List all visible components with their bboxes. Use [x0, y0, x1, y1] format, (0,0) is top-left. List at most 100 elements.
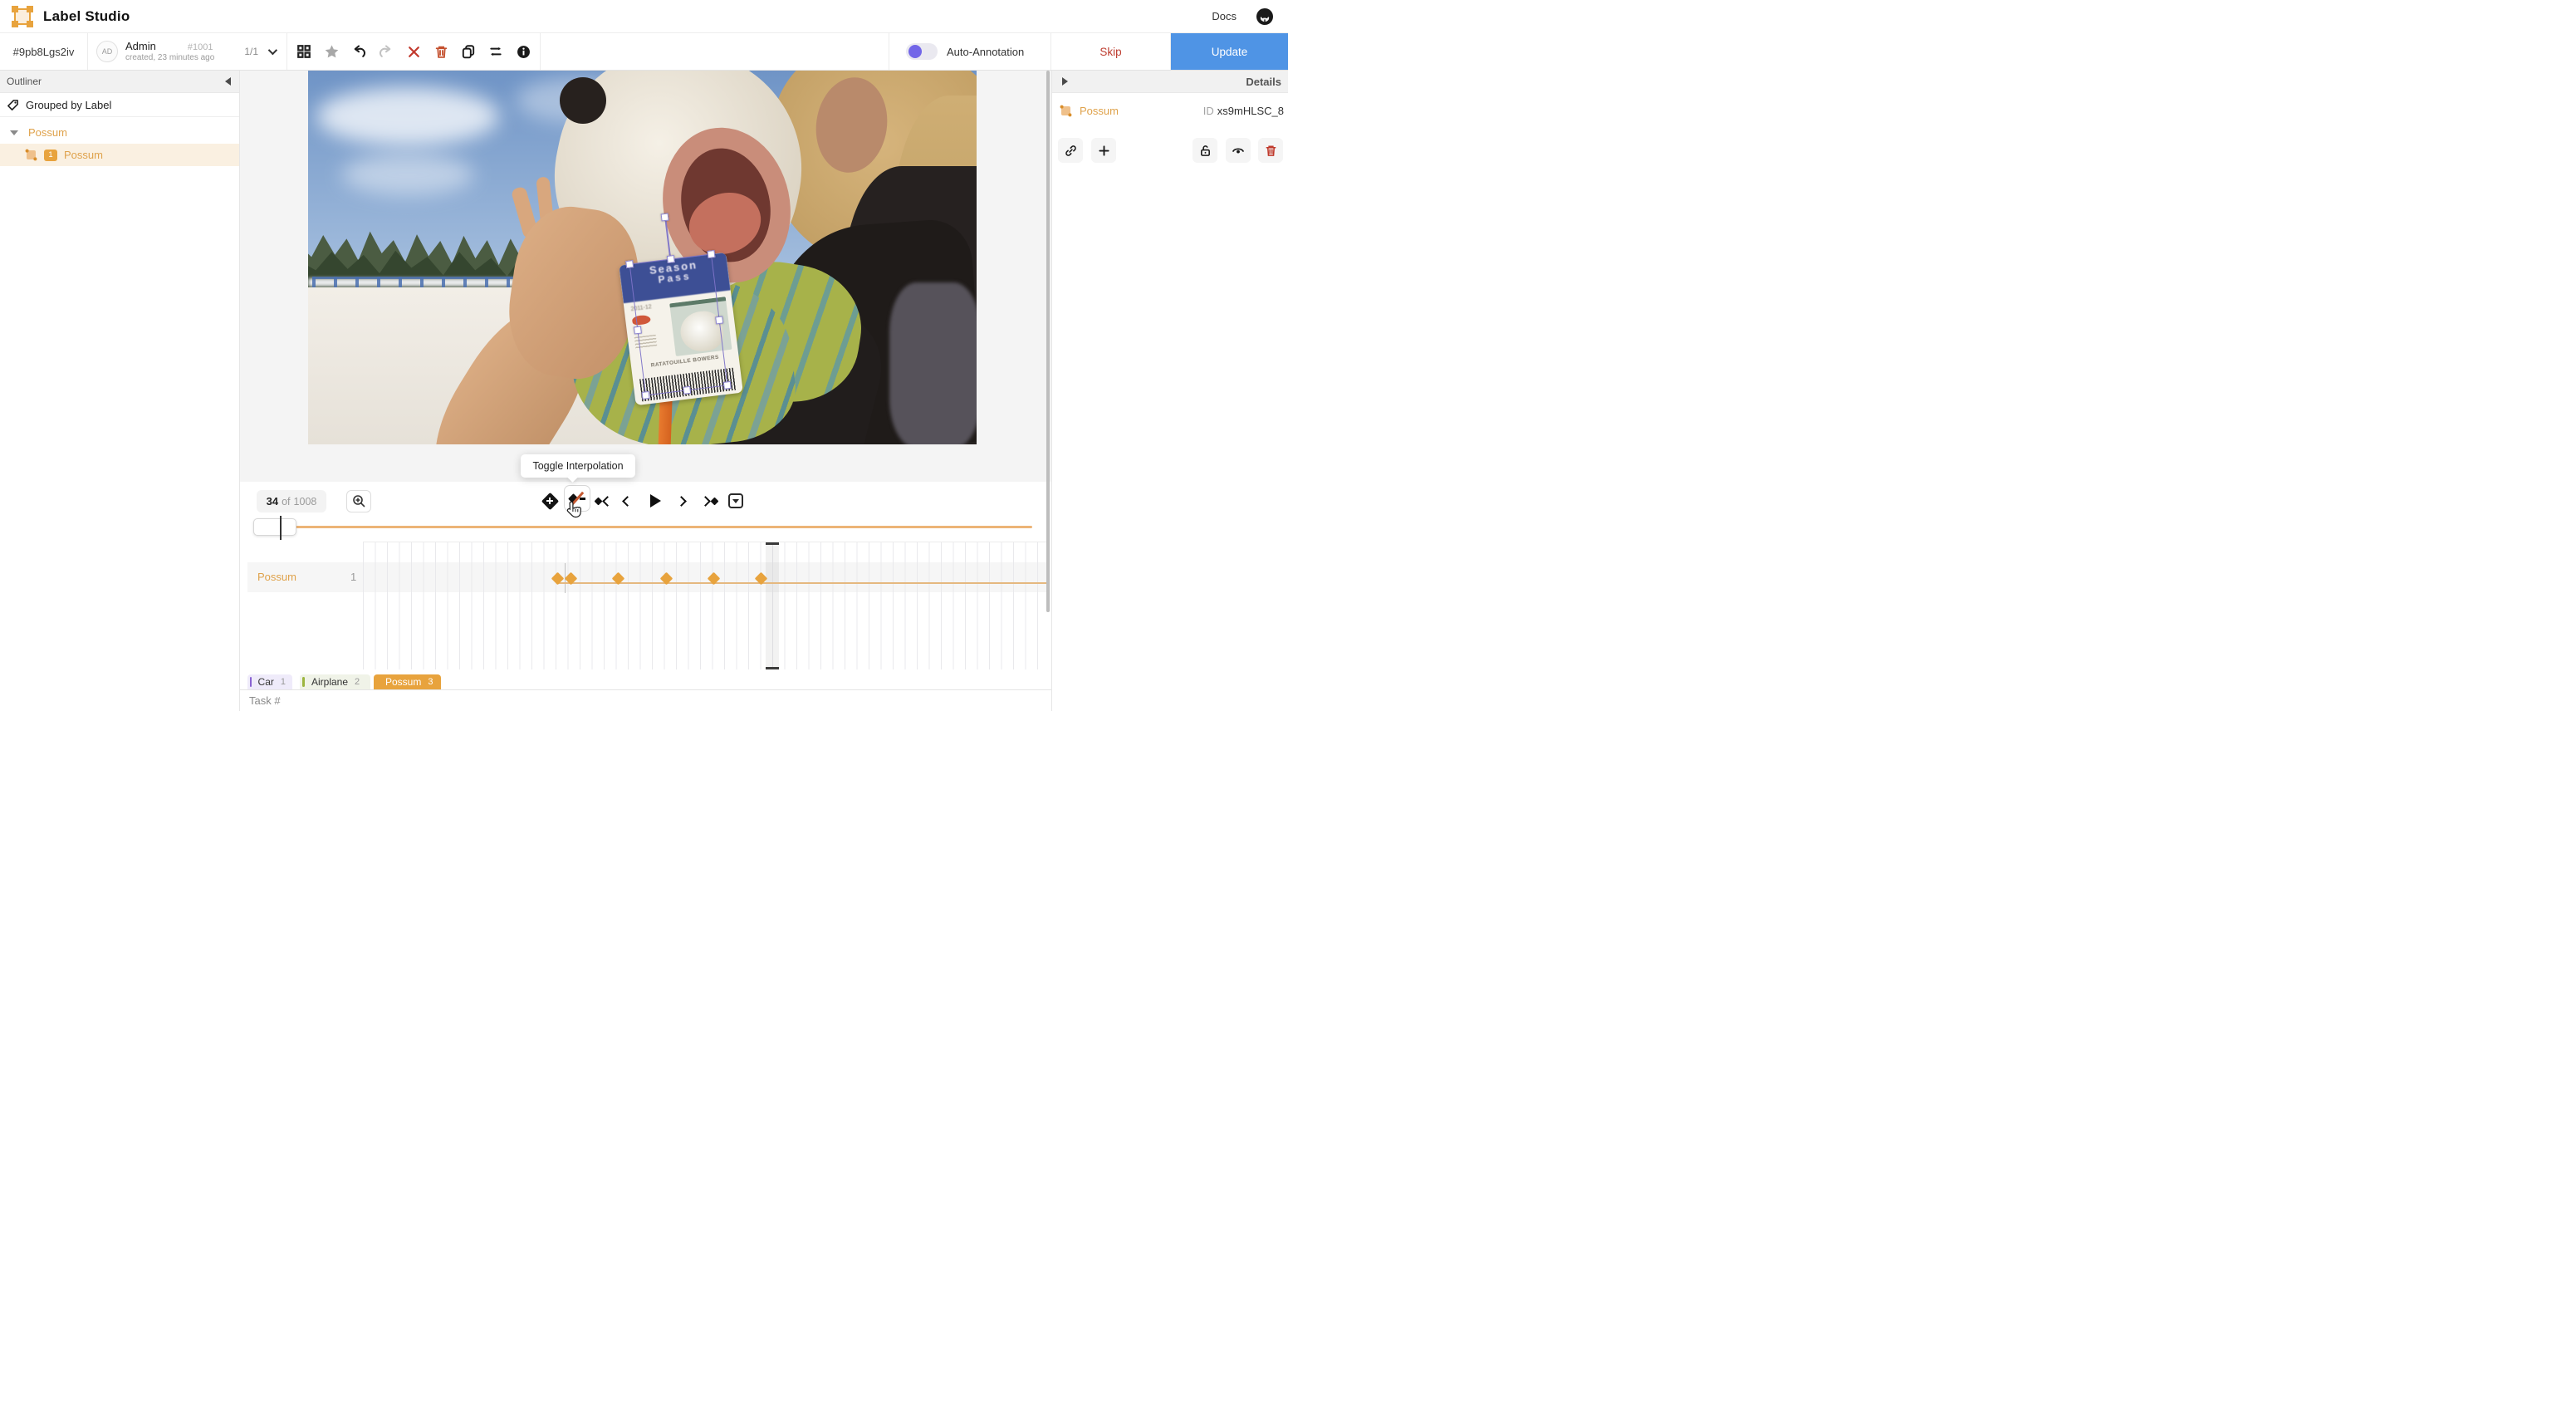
interpolation-line	[558, 582, 1049, 585]
grouping-label: Grouped by Label	[26, 99, 111, 111]
scene-possum-ear	[560, 77, 606, 124]
task-number-label: Task #	[249, 694, 281, 707]
divider	[240, 689, 1051, 690]
expand-down-icon[interactable]	[10, 130, 18, 135]
toolbar-icons-section	[287, 33, 541, 70]
chip-hotkey: 2	[355, 677, 360, 687]
toggle-interpolation-button[interactable]	[564, 485, 590, 512]
selected-region-row[interactable]: Possum IDxs9mHLSC_8	[1052, 103, 1288, 118]
undo-button[interactable]	[350, 43, 367, 60]
add-keyframe-button[interactable]	[539, 491, 561, 511]
grouping-selector[interactable]: Grouped by Label	[0, 93, 239, 117]
frame-counter-input[interactable]: 34 of 1008	[257, 490, 326, 512]
reject-x-button[interactable]	[405, 43, 422, 60]
next-keyframe-button[interactable]	[702, 491, 717, 511]
label-chip-airplane[interactable]: Airplane 2	[300, 674, 370, 689]
chip-color-bar	[376, 677, 379, 687]
details-panel: Details Possum IDxs9mHLSC_8	[1051, 71, 1288, 711]
frame-of-label: of	[282, 496, 290, 508]
scene-cloud	[316, 87, 499, 145]
chip-label: Car	[258, 676, 274, 688]
link-region-button[interactable]	[1058, 138, 1083, 163]
label-chips-row: Car 1 Airplane 2 Possum3	[240, 674, 1051, 689]
star-button[interactable]	[323, 43, 340, 60]
trash-icon	[1265, 145, 1277, 157]
duplicate-button[interactable]	[460, 43, 477, 60]
settings-sliders-button[interactable]	[487, 43, 504, 60]
update-button[interactable]: Update	[1171, 33, 1288, 70]
region-name: Possum	[64, 149, 103, 161]
chip-hotkey: 1	[281, 677, 286, 687]
link-icon	[1065, 145, 1077, 157]
chevron-left-icon	[602, 496, 613, 507]
collapse-left-icon[interactable]	[225, 77, 231, 86]
video-canvas[interactable]: Season Pass 2011-12 RATATOUILLE BOWERS	[308, 71, 977, 444]
current-frame: 34	[267, 495, 278, 508]
seekbar-window-handle[interactable]	[253, 518, 296, 536]
scrollbar[interactable]	[1046, 71, 1050, 612]
keyframe-add-icon	[544, 495, 556, 508]
collapse-right-icon[interactable]	[1062, 77, 1068, 86]
previous-frame-button[interactable]	[624, 491, 631, 511]
label-chip-possum[interactable]: Possum3	[374, 674, 441, 689]
resize-handle-s[interactable]	[683, 386, 691, 395]
timeline-grid[interactable]	[363, 542, 1049, 669]
lock-region-button[interactable]	[1193, 138, 1217, 163]
avatar: AD	[96, 41, 118, 62]
rotation-handle[interactable]	[661, 213, 669, 222]
resize-handle-se[interactable]	[723, 381, 732, 390]
resize-handle-e[interactable]	[715, 316, 723, 324]
hide-region-button[interactable]	[1226, 138, 1251, 163]
tooltip: Toggle Interpolation	[521, 454, 635, 478]
eye-icon	[1232, 144, 1245, 157]
seekbar-playhead[interactable]	[280, 516, 282, 540]
previous-keyframe-button[interactable]	[595, 491, 611, 511]
resize-handle-w[interactable]	[634, 326, 642, 334]
tag-icon	[7, 99, 19, 111]
total-frames: 1008	[294, 496, 317, 508]
interpolation-icon	[569, 492, 585, 505]
annotation-bounding-box[interactable]	[629, 254, 728, 396]
video-stage: Season Pass 2011-12 RATATOUILLE BOWERS	[240, 71, 1051, 482]
info-button[interactable]	[515, 43, 531, 60]
views-grid-button[interactable]	[296, 43, 312, 60]
auto-annotation-toggle[interactable]	[906, 43, 938, 60]
label-chip-car[interactable]: Car 1	[247, 674, 292, 689]
scene-cloud	[341, 154, 474, 195]
outliner-header: Outliner	[0, 71, 239, 93]
add-relation-button[interactable]	[1091, 138, 1116, 163]
details-header: Details	[1052, 71, 1288, 93]
resize-handle-ne[interactable]	[707, 250, 715, 258]
delete-region-button[interactable]	[1258, 138, 1283, 163]
collapse-timeline-button[interactable]	[728, 491, 743, 511]
outliner-panel: Outliner Grouped by Label Possum 1 Possu…	[0, 71, 240, 711]
track-label: Possum	[257, 571, 296, 583]
redo-button[interactable]	[378, 43, 394, 60]
resize-handle-nw[interactable]	[625, 260, 634, 268]
label-studio-app: Label Studio Docs #9pb8Lgs2iv AD Admin#1…	[0, 0, 1288, 711]
delete-trash-button[interactable]	[433, 43, 449, 60]
region-bbox-icon	[25, 149, 37, 161]
next-frame-button[interactable]	[678, 491, 685, 511]
seekbar-line[interactable]	[266, 526, 1032, 528]
github-icon[interactable]	[1255, 7, 1275, 27]
chip-color-bar	[302, 677, 305, 687]
resize-handle-sw[interactable]	[642, 391, 650, 400]
play-button[interactable]	[650, 491, 661, 511]
chip-label: Airplane	[311, 676, 348, 688]
skip-button[interactable]: Skip	[1051, 33, 1171, 70]
group-name: Possum	[28, 126, 67, 139]
region-row-possum[interactable]: 1 Possum	[0, 144, 239, 166]
chevron-down-icon[interactable]	[268, 46, 277, 55]
resize-handle-n[interactable]	[666, 255, 674, 263]
magnifier-plus-icon	[352, 494, 366, 508]
group-row-possum[interactable]: Possum	[0, 121, 239, 144]
chevron-right-icon	[700, 496, 711, 507]
annotation-info-section: AD Admin#1001 created, 23 minutes ago 1/…	[88, 33, 287, 70]
column-top-tick	[766, 542, 780, 545]
plus-icon	[1098, 145, 1110, 157]
task-id: #9pb8Lgs2iv	[0, 33, 88, 70]
zoom-in-button[interactable]	[346, 490, 371, 512]
selected-region-name: Possum	[1080, 105, 1119, 117]
docs-link[interactable]: Docs	[1212, 10, 1237, 22]
